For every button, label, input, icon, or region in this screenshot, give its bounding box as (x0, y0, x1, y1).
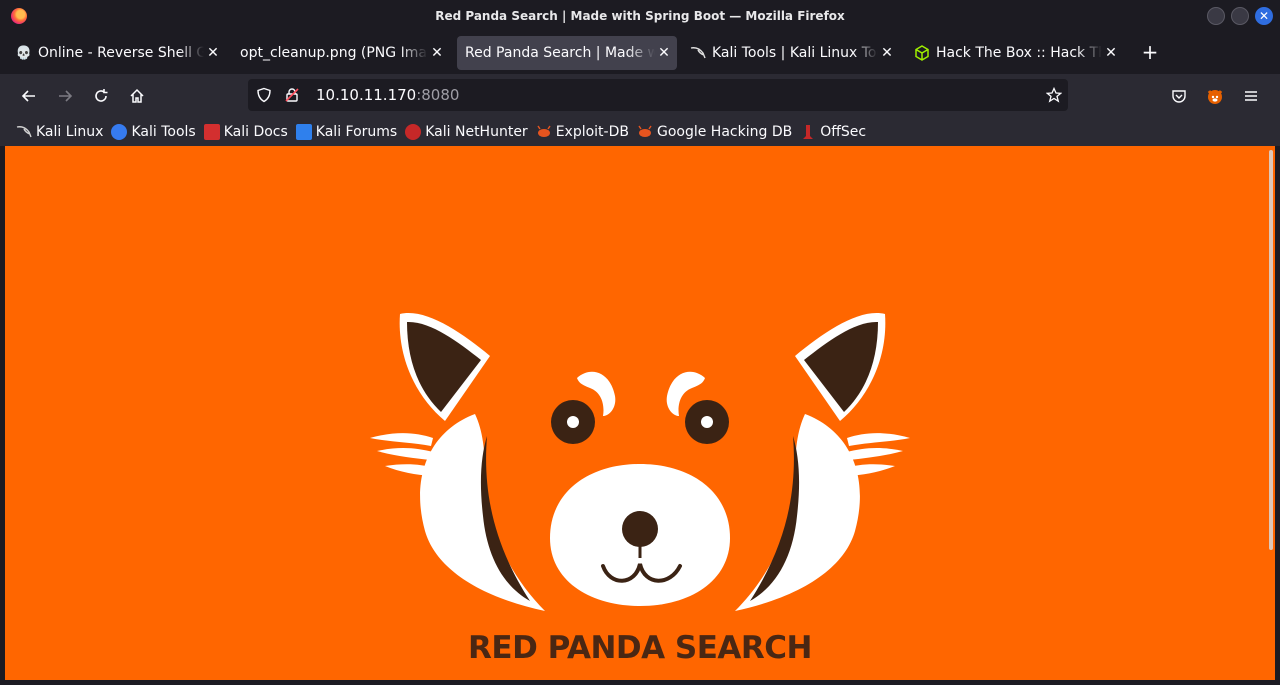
tab-close-icon[interactable]: ✕ (204, 45, 222, 61)
page-content: RED PANDA SEARCH (5, 146, 1275, 680)
insecure-lock-icon[interactable] (284, 87, 300, 103)
url-host: 10.10.11.170 (316, 86, 417, 104)
minimize-button[interactable] (1207, 7, 1225, 25)
tab-close-icon[interactable]: ✕ (878, 45, 896, 61)
window-bottom-edge (0, 680, 1280, 685)
tab-label: Online - Reverse Shell Generator (38, 45, 204, 61)
back-button[interactable] (17, 84, 41, 108)
firefox-logo-icon (11, 8, 27, 24)
new-tab-button[interactable]: + (1138, 40, 1162, 64)
bookmark-label: Exploit-DB (555, 124, 629, 140)
tab-red-panda-search[interactable]: Red Panda Search | Made with Spring Boot… (457, 36, 677, 70)
tab-label: opt_cleanup.png (PNG Image (240, 45, 428, 61)
vertical-scrollbar[interactable] (1269, 150, 1273, 550)
bookmark-star-icon[interactable] (1046, 87, 1062, 103)
red-panda-logo (370, 313, 910, 611)
bookmark-kali-linux[interactable]: Kali Linux (16, 124, 103, 140)
bookmark-label: OffSec (820, 124, 867, 140)
url-port: :8080 (416, 86, 460, 104)
forward-button[interactable] (53, 84, 77, 108)
app-menu-hamburger-icon[interactable] (1239, 84, 1263, 108)
shield-icon[interactable] (256, 87, 272, 103)
window-title: Red Panda Search | Made with Spring Boot… (435, 9, 845, 23)
bookmark-label: Google Hacking DB (656, 124, 793, 140)
bookmark-google-hacking-db[interactable]: Google Hacking DB (637, 124, 792, 140)
bookmark-label: Kali Docs (223, 124, 288, 140)
nethunter-icon (405, 124, 422, 140)
bookmark-exploit-db[interactable]: Exploit-DB (536, 124, 629, 140)
tab-label: Kali Tools | Kali Linux Tools (712, 45, 878, 61)
bookmark-kali-nethunter[interactable]: Kali NetHunter (405, 124, 528, 140)
bookmark-offsec[interactable]: OffSec (800, 124, 866, 140)
tab-close-icon[interactable]: ✕ (1102, 45, 1120, 61)
kali-dragon-icon (16, 124, 32, 140)
extension-fox-icon[interactable] (1203, 84, 1227, 108)
home-button[interactable] (125, 84, 149, 108)
pocket-icon[interactable] (1167, 84, 1191, 108)
tab-label: Hack The Box :: Hack The Box (936, 45, 1102, 61)
bookmark-label: Kali Tools (131, 124, 196, 140)
page-heading: RED PANDA SEARCH (468, 630, 812, 666)
offsec-icon (800, 124, 816, 140)
tab-close-icon[interactable]: ✕ (428, 45, 446, 61)
url-bar[interactable]: 10.10.11.170:8080 (248, 79, 1068, 111)
tab-hack-the-box[interactable]: Hack The Box :: Hack The Box ✕ (906, 36, 1124, 70)
exploit-db-bug-icon (536, 124, 552, 140)
tab-reverse-shell[interactable]: 💀 Online - Reverse Shell Generator ✕ (8, 36, 226, 70)
tab-label: Red Panda Search | Made with Spring Boot (465, 45, 655, 61)
htb-cube-icon (914, 45, 930, 61)
tab-strip: 💀 Online - Reverse Shell Generator ✕ opt… (0, 32, 1280, 74)
tab-close-icon[interactable]: ✕ (655, 45, 673, 61)
bookmark-label: Kali Forums (315, 124, 398, 140)
bookmark-label: Kali Linux (36, 124, 104, 140)
bookmark-kali-docs[interactable]: Kali Docs (203, 124, 288, 140)
bookmark-kali-tools[interactable]: Kali Tools (111, 124, 196, 140)
reload-button[interactable] (89, 84, 113, 108)
kali-icon (690, 45, 706, 61)
maximize-button[interactable] (1231, 7, 1249, 25)
tab-kali-tools[interactable]: Kali Tools | Kali Linux Tools ✕ (682, 36, 900, 70)
bookmark-kali-forums[interactable]: Kali Forums (295, 124, 398, 140)
url-text[interactable]: 10.10.11.170:8080 (316, 86, 459, 104)
kali-tools-icon (111, 124, 128, 140)
navigation-toolbar: 10.10.11.170:8080 (0, 74, 1280, 118)
window-titlebar: Red Panda Search | Made with Spring Boot… (0, 0, 1280, 32)
close-window-button[interactable]: ✕ (1255, 7, 1273, 25)
bookmarks-toolbar: Kali Linux Kali Tools Kali Docs Kali For… (0, 118, 1280, 146)
tab-opt-cleanup[interactable]: opt_cleanup.png (PNG Image ✕ (232, 36, 450, 70)
ghdb-bug-icon (637, 124, 653, 140)
kali-forums-icon (295, 124, 312, 140)
skull-icon: 💀 (15, 45, 33, 61)
bookmark-label: Kali NetHunter (425, 124, 528, 140)
kali-docs-icon (203, 124, 220, 140)
